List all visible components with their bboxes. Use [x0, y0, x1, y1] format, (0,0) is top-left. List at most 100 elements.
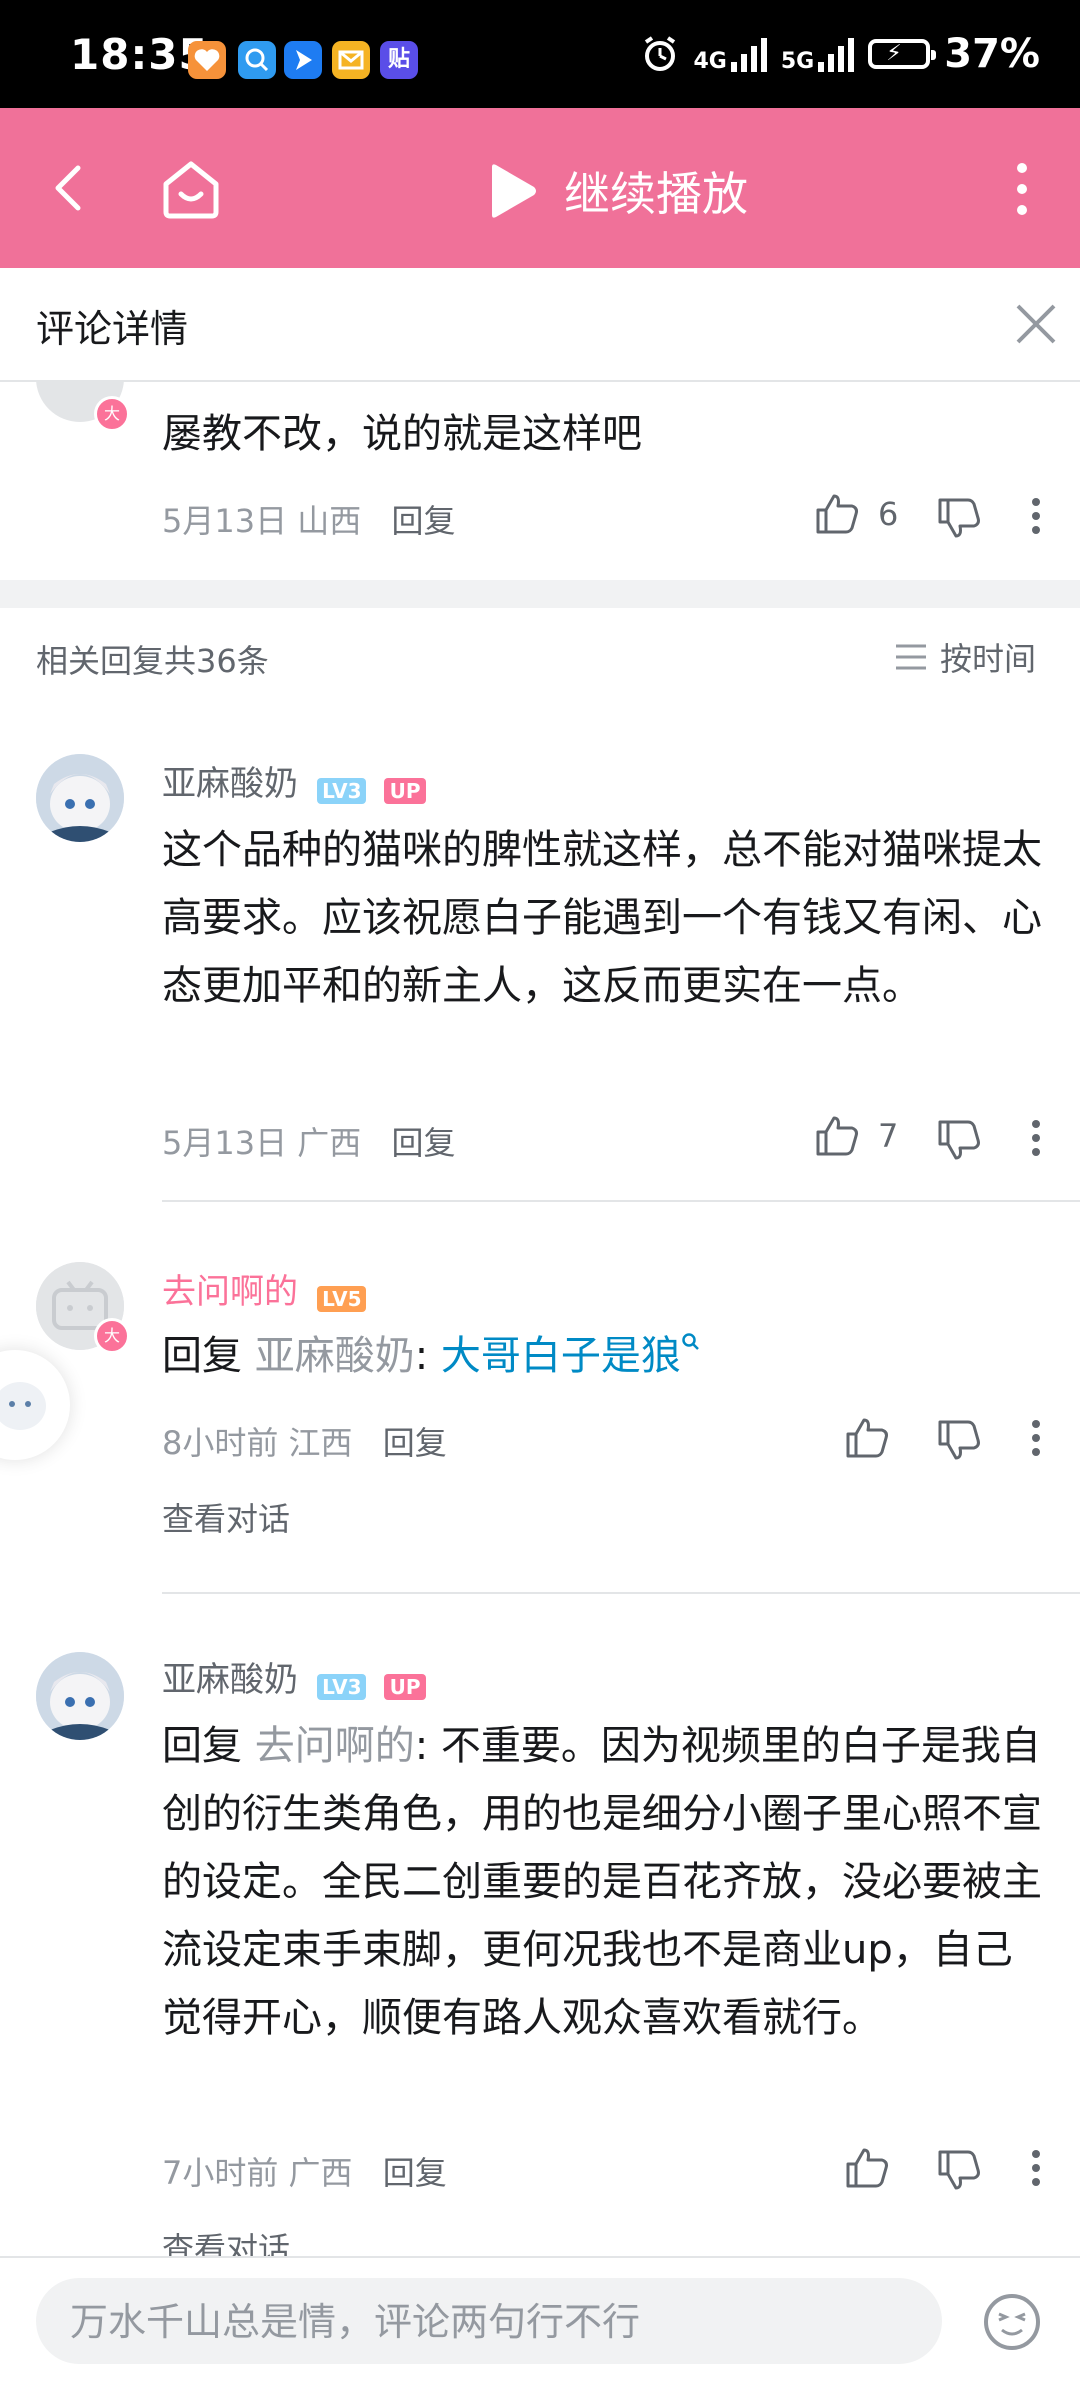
reply-user-line: 去问啊的 LV5 [162, 1264, 367, 1313]
level-badge: LV3 [317, 777, 367, 804]
reply-divider [162, 1592, 1080, 1594]
status-indicators: 4G 5G ⚡ 37% [640, 30, 1040, 78]
thumbs-up-icon [846, 1418, 888, 1458]
search-icon [682, 1333, 699, 1350]
comment-detail-title: 评论详情 [36, 307, 189, 351]
battery-percent: 37% [944, 31, 1040, 77]
comment-input[interactable] [36, 2278, 932, 2366]
reply-like-button[interactable] [844, 2146, 890, 2194]
reply-text: 这个品种的猫咪的脾性就这样，总不能对猫咪提太高要求。应该祝愿白子能遇到一个有钱又… [162, 827, 1042, 1009]
reply-location: 江西 [288, 1424, 353, 1462]
up-badge: UP [383, 1673, 427, 1700]
home-button[interactable] [156, 154, 226, 224]
back-button[interactable] [40, 158, 100, 218]
root-like-count: 6 [878, 495, 899, 533]
reply-target-user[interactable]: 亚麻酸奶 [255, 1333, 415, 1379]
root-comment-location: 山西 [297, 502, 362, 540]
sort-by-time-button[interactable]: 按时间 [894, 634, 1036, 680]
close-button[interactable] [1012, 300, 1060, 348]
root-comment-text: 屡教不改，说的就是这样吧 [162, 411, 642, 457]
anime-avatar-icon [36, 1652, 124, 1740]
reply-like-button[interactable]: 7 [814, 1114, 898, 1158]
reply-prefix: 回复 [162, 1333, 242, 1379]
reply-dislike-button[interactable] [936, 1118, 982, 1166]
root-like-button[interactable]: 6 [814, 492, 898, 536]
tieba-app-icon: 贴 [380, 41, 418, 79]
reply-user-line: 亚麻酸奶 LV3 UP [162, 756, 427, 805]
comment-input-wrapper [36, 2278, 942, 2366]
reply-username[interactable]: 去问啊的 [162, 1272, 298, 1312]
comment-composer-bar [0, 2256, 1080, 2384]
reply-date: 5月13日 [162, 1124, 288, 1162]
reply-username[interactable]: 亚麻酸奶 [162, 1660, 298, 1700]
view-conversation-link[interactable]: 查看对话 [162, 1494, 290, 1540]
thumbs-down-icon [938, 498, 980, 538]
reply-button[interactable]: 回复 [391, 1124, 455, 1162]
root-avatar-badge: 大 [94, 396, 130, 432]
more-vertical-icon [1017, 163, 1027, 215]
thumbs-down-icon [938, 2150, 980, 2190]
reply-more-button[interactable] [1028, 1418, 1044, 1462]
thumbs-down-icon [938, 1420, 980, 1460]
comment-detail-header: 评论详情 [0, 268, 1080, 382]
more-options-button[interactable] [1002, 156, 1042, 222]
reply-body: 不重要。因为视频里的白子是我自创的衍生类角色，用的也是细分小圈子里心照不宣的设定… [162, 1723, 1042, 2041]
status-bar: 18:35 贴 4G 5G ⚡ 37% [0, 0, 1080, 108]
video-top-bar: 继续播放 [0, 108, 1080, 268]
battery-icon: ⚡ [868, 39, 937, 69]
reply-date: 7小时前 [162, 2154, 279, 2192]
reply-avatar[interactable] [36, 754, 124, 842]
mail-app-icon [332, 41, 370, 79]
chevron-left-icon [55, 165, 81, 211]
reply-prefix: 回复 [162, 1723, 242, 1769]
heart-app-icon [188, 41, 226, 79]
reply-more-button[interactable] [1028, 1118, 1044, 1162]
emoji-icon [984, 2294, 1040, 2350]
more-vertical-icon [1032, 2150, 1040, 2186]
root-reply-button[interactable]: 回复 [391, 502, 455, 540]
continue-play-button[interactable]: 继续播放 [486, 158, 748, 224]
floating-widget[interactable] [0, 1350, 70, 1460]
network-4g-label: 4G [693, 49, 727, 74]
reply-target-user[interactable]: 去问啊的 [255, 1723, 415, 1769]
reply-like-button[interactable] [844, 1416, 890, 1464]
root-comment-meta: 5月13日 山西 回复 [162, 496, 455, 542]
continue-play-label: 继续播放 [564, 167, 748, 221]
home-icon [163, 161, 219, 219]
reply-dislike-button[interactable] [936, 2148, 982, 2196]
more-vertical-icon [1032, 1420, 1040, 1456]
reply-more-button[interactable] [1028, 2148, 1044, 2192]
mascot-icon [0, 1382, 46, 1430]
reply-dislike-button[interactable] [936, 1418, 982, 1466]
up-badge: UP [383, 777, 427, 804]
reply-text: 回复 去问啊的: 不重要。因为视频里的白子是我自创的衍生类角色，用的也是细分小圈… [162, 1712, 1046, 2052]
reply-avatar-badge: 大 [94, 1318, 130, 1354]
reply-location: 广西 [288, 2154, 353, 2192]
thumbs-up-icon [816, 1116, 858, 1156]
root-dislike-button[interactable] [936, 496, 982, 544]
signal-4g: 4G [693, 36, 767, 74]
root-comment-date: 5月13日 [162, 502, 288, 540]
reply-like-count: 7 [878, 1117, 899, 1155]
reply-divider [162, 1200, 1080, 1202]
reply-date: 8小时前 [162, 1424, 279, 1462]
reply-avatar[interactable] [36, 1652, 124, 1740]
reply-button[interactable]: 回复 [383, 2154, 447, 2192]
close-icon [1016, 304, 1056, 344]
root-more-button[interactable] [1028, 496, 1044, 540]
location-app-icon [284, 41, 322, 79]
level-badge: LV5 [317, 1285, 367, 1312]
search-app-icon [238, 41, 276, 79]
sort-list-icon [896, 644, 926, 670]
reply-username[interactable]: 亚麻酸奶 [162, 764, 298, 804]
reply-button[interactable]: 回复 [383, 1424, 447, 1462]
section-separator [0, 580, 1080, 608]
signal-5g: 5G [781, 36, 855, 73]
thumbs-up-icon [846, 2148, 888, 2188]
more-vertical-icon [1032, 1120, 1040, 1156]
emoji-button[interactable] [982, 2292, 1042, 2352]
reply-meta: 7小时前 广西 回复 [162, 2148, 447, 2194]
replies-count: 相关回复共36条 [36, 642, 269, 680]
thumbs-up-icon [816, 494, 858, 534]
reply-search-link[interactable]: 大哥白子是狼 [441, 1333, 681, 1379]
